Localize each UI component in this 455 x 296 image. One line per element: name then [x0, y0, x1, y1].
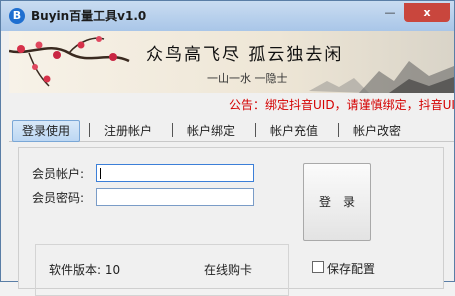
minimize-button[interactable]: —	[377, 3, 403, 22]
tab-divider	[338, 123, 339, 137]
app-logo-icon: B	[9, 8, 25, 24]
save-config-checkbox[interactable]	[312, 261, 324, 273]
tab-divider	[172, 123, 173, 137]
announcement-text: 公告：绑定抖音UID，请谨慎绑定，抖音UID绑	[229, 98, 455, 112]
tab-register[interactable]: 注册帐户	[104, 121, 152, 141]
close-button[interactable]: x	[404, 3, 450, 22]
tab-bar: 登录使用 注册帐户 帐户绑定 帐户充值 帐户改密	[9, 119, 454, 142]
software-version: 软件版本: 10	[49, 263, 121, 277]
account-label: 会员帐户:	[32, 167, 85, 181]
tab-divider	[255, 123, 256, 137]
tab-bind-account[interactable]: 帐户绑定	[187, 121, 235, 141]
tab-recharge[interactable]: 帐户充值	[270, 121, 318, 141]
banner-image: 众鸟高飞尽 孤云独去闲 一山一水 一隐士	[9, 31, 454, 93]
title-bar[interactable]: B Buyin百量工具v1.0 — x	[1, 1, 454, 31]
banner-poem: 众鸟高飞尽 孤云独去闲	[146, 45, 344, 65]
password-input[interactable]	[96, 188, 254, 206]
login-panel: 会员帐户: 会员密码: 登录 软件版本: 10 在线购卡 保存配置	[18, 147, 444, 296]
tab-change-password[interactable]: 帐户改密	[353, 121, 401, 141]
banner-motto: 一山一水 一隐士	[207, 72, 288, 85]
window-title: Buyin百量工具v1.0	[31, 9, 147, 23]
online-buy-link[interactable]: 在线购卡	[204, 261, 252, 278]
account-input[interactable]	[96, 164, 254, 182]
password-label: 会员密码:	[32, 191, 85, 205]
login-button[interactable]: 登录	[303, 163, 371, 241]
tab-login[interactable]: 登录使用	[12, 120, 80, 142]
app-window: B Buyin百量工具v1.0 — x 众鸟高飞尽 孤云独去闲 一山一水 一隐士…	[0, 0, 455, 296]
tab-divider	[89, 123, 90, 137]
text-caret	[100, 168, 101, 179]
save-config-label[interactable]: 保存配置	[327, 260, 375, 277]
info-group: 软件版本: 10 在线购卡	[35, 244, 289, 296]
